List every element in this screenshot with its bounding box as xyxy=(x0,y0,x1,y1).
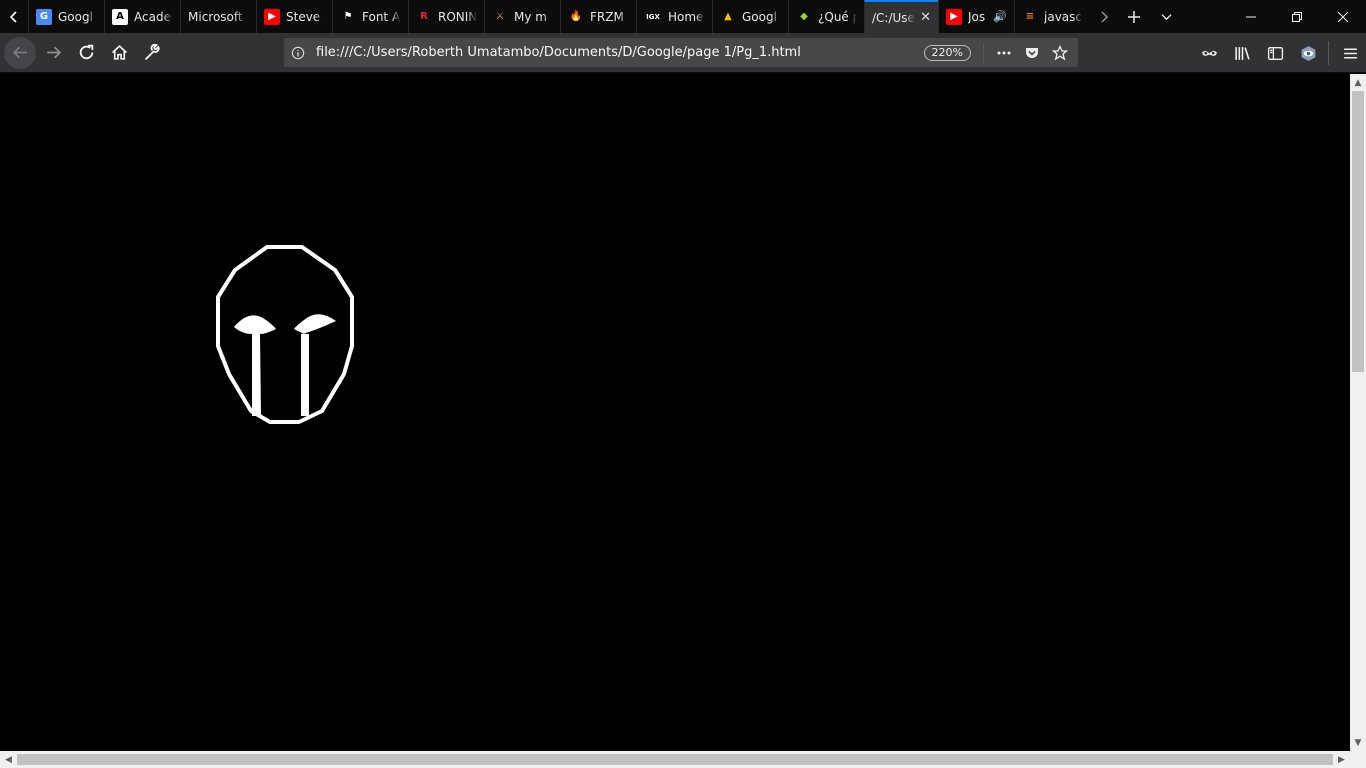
url-text[interactable]: file:///C:/Users/Roberth Umatambo/Docume… xyxy=(312,45,924,60)
url-bar[interactable]: file:///C:/Users/Roberth Umatambo/Docume… xyxy=(284,38,1078,67)
horizontal-scroll-thumb[interactable] xyxy=(17,754,1333,765)
library-button[interactable] xyxy=(1226,37,1258,69)
navigation-toolbar: file:///C:/Users/Roberth Umatambo/Docume… xyxy=(0,33,1366,73)
tab-6[interactable]: ⚔ My m xyxy=(484,0,560,33)
tab-label: My m xyxy=(514,9,547,24)
tab-4[interactable]: ⚑ Font A xyxy=(332,0,408,33)
chevron-down-icon xyxy=(1160,14,1172,21)
diamond-icon: ◆ xyxy=(800,11,808,22)
info-icon[interactable] xyxy=(284,46,312,60)
tab-label: FRZM xyxy=(590,9,624,24)
plus-icon xyxy=(1128,10,1140,23)
tab-label: RONIN xyxy=(438,9,477,24)
tab-3[interactable]: ▶ Steve / xyxy=(256,0,332,33)
tab-label: Font A xyxy=(362,9,401,24)
speaker-icon[interactable]: 🔊 xyxy=(993,10,1007,23)
tab-13[interactable]: ≡ javasc xyxy=(1014,0,1090,33)
tab-label: Googl xyxy=(742,9,777,24)
tab-strip: G Googl A Acade Microsoft ▶ Steve / ⚑ Font A R RON… xyxy=(0,0,1366,33)
restore-button[interactable] xyxy=(1274,0,1320,33)
page-actions-icon[interactable] xyxy=(994,43,1014,63)
tab-label: Steve / xyxy=(286,9,325,24)
close-tab-icon[interactable]: ✕ xyxy=(920,10,931,25)
arrow-left-icon xyxy=(12,46,27,59)
sidebar-icon xyxy=(1267,46,1283,60)
vertical-scrollbar[interactable]: ▲ ▼ xyxy=(1350,74,1366,751)
tab-9[interactable]: ▲ Googl xyxy=(712,0,788,33)
font-awesome-flag-icon: ⚑ xyxy=(343,11,353,22)
list-all-tabs-button[interactable] xyxy=(1150,0,1182,33)
menu-button[interactable] xyxy=(1334,37,1366,69)
tab-label: Microsoft xyxy=(188,9,243,24)
tab-1[interactable]: A Acade xyxy=(104,0,180,33)
tab-7[interactable]: 🔥 FRZM xyxy=(560,0,636,33)
tab-11[interactable]: /C:/Use ✕ xyxy=(864,0,938,33)
scroll-down-arrow-icon[interactable]: ▼ xyxy=(1350,734,1366,751)
bookmark-star-icon[interactable] xyxy=(1050,43,1070,63)
tab-scroll-right-button[interactable] xyxy=(1090,0,1118,33)
tab-2[interactable]: Microsoft xyxy=(180,0,256,33)
google-translate-icon: G xyxy=(36,8,52,25)
tab-label: Home xyxy=(668,9,704,24)
customize-button[interactable] xyxy=(136,37,168,69)
scroll-left-arrow-icon[interactable]: ◀ xyxy=(0,751,17,768)
tab-label: Jos xyxy=(968,9,986,24)
extension-button[interactable] xyxy=(1292,37,1324,69)
home-icon xyxy=(111,45,127,60)
tab-0[interactable]: G Googl xyxy=(28,0,104,33)
tab-12[interactable]: ▶ Jos 🔊 xyxy=(938,0,1014,33)
scroll-right-arrow-icon[interactable]: ▶ xyxy=(1333,751,1350,768)
scroll-up-arrow-icon[interactable]: ▲ xyxy=(1350,74,1366,91)
restore-icon xyxy=(1292,11,1302,22)
forward-button[interactable] xyxy=(37,37,69,69)
sidebar-button[interactable] xyxy=(1259,37,1291,69)
eye-extension-icon xyxy=(1301,45,1315,61)
tab-10[interactable]: ◆ ¿Qué p xyxy=(788,0,864,33)
reload-button[interactable] xyxy=(70,37,102,69)
tab-8[interactable]: IGX Home xyxy=(636,0,712,33)
google-drive-icon: ▲ xyxy=(724,11,732,22)
chevron-right-icon xyxy=(1101,11,1108,22)
close-icon xyxy=(1338,11,1348,22)
tab-label: Googl xyxy=(58,9,93,24)
back-button[interactable] xyxy=(4,36,36,69)
stackoverflow-icon: ≡ xyxy=(1025,11,1035,22)
mask-glasses-icon xyxy=(1201,50,1217,56)
mask-logo xyxy=(216,245,354,424)
tab-scroll-left-button[interactable] xyxy=(0,0,28,33)
tab-label: ¿Qué p xyxy=(818,9,857,24)
fire-icon: 🔥 xyxy=(569,11,583,22)
youtube-icon: ▶ xyxy=(946,8,962,25)
sword-icon: ⚔ xyxy=(495,11,505,22)
page-content xyxy=(0,74,1350,751)
scrollbar-corner xyxy=(1350,751,1366,768)
academia-icon: A xyxy=(112,8,128,25)
minimize-button[interactable] xyxy=(1228,0,1274,33)
tab-5[interactable]: R RONIN xyxy=(408,0,484,33)
vertical-scroll-thumb[interactable] xyxy=(1352,91,1364,372)
horizontal-scrollbar[interactable]: ◀ ▶ xyxy=(0,751,1350,768)
arrow-right-icon xyxy=(46,46,61,59)
tab-label: javasc xyxy=(1044,9,1082,24)
ronin-icon: R xyxy=(420,11,428,22)
tab-list: G Googl A Acade Microsoft ▶ Steve / ⚑ Font A R RON… xyxy=(28,0,1090,33)
close-window-button[interactable] xyxy=(1320,0,1366,33)
reload-icon xyxy=(79,44,93,60)
youtube-icon: ▶ xyxy=(264,8,280,25)
chevron-left-icon xyxy=(9,10,17,23)
wrench-icon xyxy=(144,44,160,60)
zoom-level-badge[interactable]: 220% xyxy=(923,44,971,61)
home-button[interactable] xyxy=(103,37,135,69)
igx-icon: IGX xyxy=(646,12,660,21)
new-tab-button[interactable] xyxy=(1118,0,1150,33)
pocket-icon[interactable] xyxy=(1022,43,1042,63)
library-icon xyxy=(1234,46,1250,60)
minimize-icon xyxy=(1246,16,1256,17)
tab-label: Acade xyxy=(134,9,171,24)
private-browsing-button[interactable] xyxy=(1193,37,1225,69)
tab-label: /C:/Use xyxy=(872,10,915,25)
hamburger-menu-icon xyxy=(1343,47,1357,59)
